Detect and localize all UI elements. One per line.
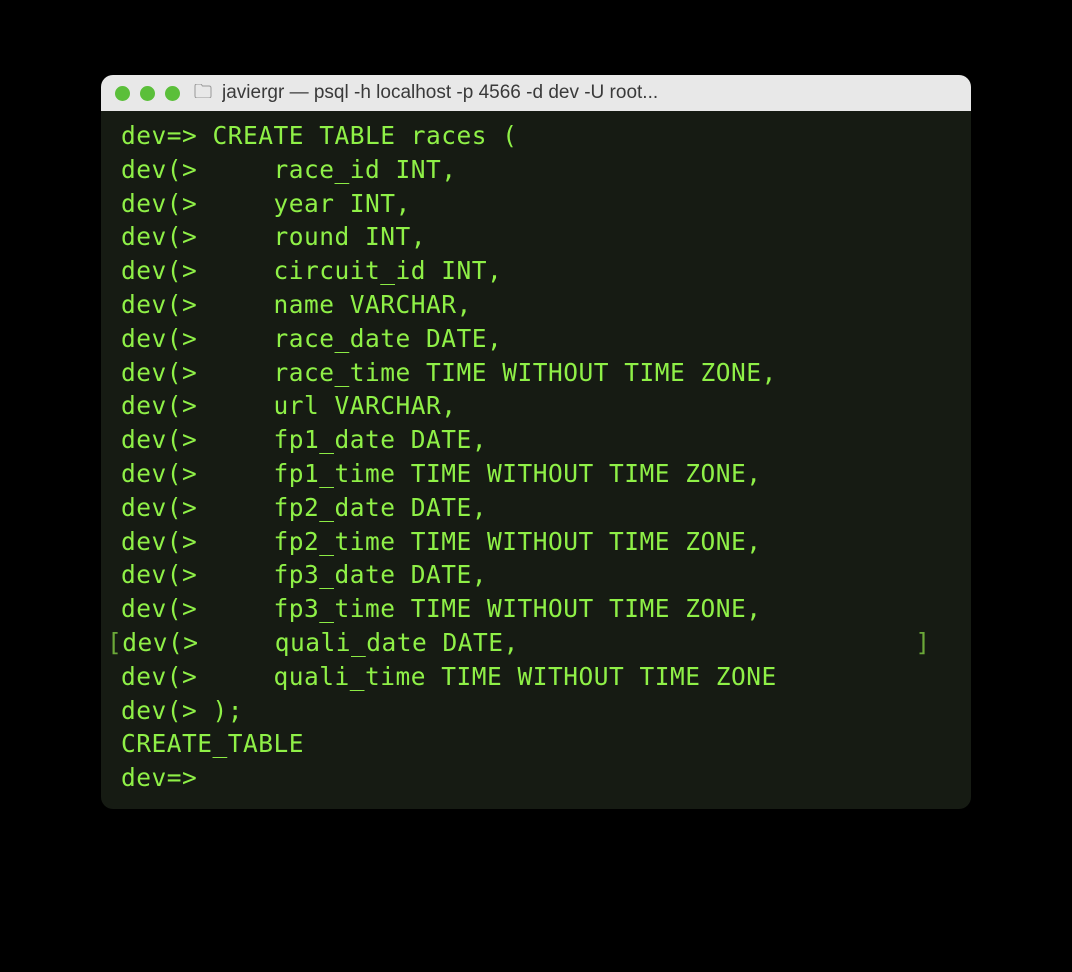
folder-icon — [194, 84, 212, 103]
terminal-line: dev(> fp1_time TIME WITHOUT TIME ZONE, — [105, 457, 967, 491]
terminal-window: javiergr — psql -h localhost -p 4566 -d … — [101, 75, 971, 809]
terminal-line: dev(> ); — [105, 694, 967, 728]
terminal-line: dev(> fp3_date DATE, — [105, 558, 967, 592]
terminal-line: dev=> CREATE TABLE races ( — [105, 119, 967, 153]
terminal-line: dev(> fp2_date DATE, — [105, 491, 967, 525]
close-button[interactable] — [115, 86, 130, 101]
terminal-line: dev(> url VARCHAR, — [105, 389, 967, 423]
terminal-line: dev(> fp1_date DATE, — [105, 423, 967, 457]
terminal-line: dev(> circuit_id INT, — [105, 254, 967, 288]
minimize-button[interactable] — [140, 86, 155, 101]
zoom-button[interactable] — [165, 86, 180, 101]
window-title: javiergr — psql -h localhost -p 4566 -d … — [222, 82, 957, 104]
window-titlebar[interactable]: javiergr — psql -h localhost -p 4566 -d … — [101, 75, 971, 111]
terminal-line: dev(> year INT, — [105, 187, 967, 221]
terminal-prompt-active[interactable]: dev=> — [105, 761, 967, 795]
traffic-lights — [115, 86, 180, 101]
terminal-line: dev(> race_time TIME WITHOUT TIME ZONE, — [105, 356, 967, 390]
terminal-line: dev(> race_id INT, — [105, 153, 967, 187]
terminal-line: dev(> name VARCHAR, — [105, 288, 967, 322]
terminal-line: dev(> round INT, — [105, 220, 967, 254]
terminal-line: dev(> race_date DATE, — [105, 322, 967, 356]
terminal-result: CREATE_TABLE — [105, 727, 967, 761]
terminal-line: dev(> quali_time TIME WITHOUT TIME ZONE — [105, 660, 967, 694]
terminal-line: dev(> fp3_time TIME WITHOUT TIME ZONE, — [105, 592, 967, 626]
terminal-line-bracketed: [dev(> quali_date DATE, ] — [105, 626, 967, 660]
terminal-line: dev(> fp2_time TIME WITHOUT TIME ZONE, — [105, 525, 967, 559]
terminal-output[interactable]: dev=> CREATE TABLE races ( dev(> race_id… — [101, 111, 971, 809]
